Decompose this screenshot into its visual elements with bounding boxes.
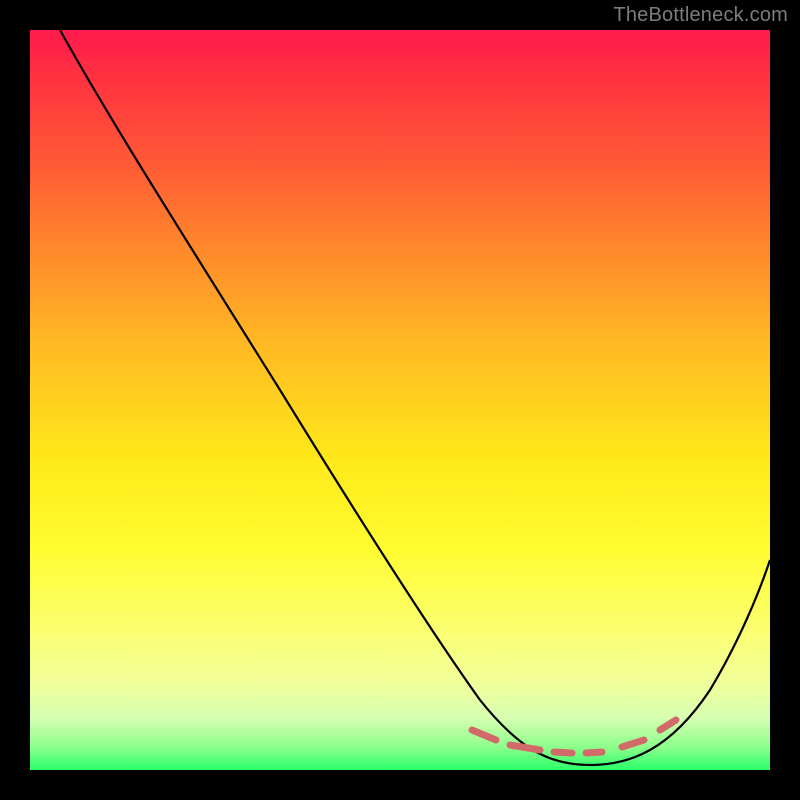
bottleneck-curve: [60, 30, 770, 765]
watermark-text: TheBottleneck.com: [613, 4, 788, 27]
plot-area: [30, 30, 770, 770]
curve-svg: [30, 30, 770, 770]
dash-3: [554, 752, 572, 753]
chart-frame: TheBottleneck.com: [0, 0, 800, 800]
dash-5: [622, 740, 644, 747]
dash-2: [510, 745, 540, 750]
highlight-dashes: [472, 720, 676, 753]
dash-1: [472, 730, 496, 740]
dash-6: [660, 720, 676, 730]
dash-4: [586, 752, 602, 753]
